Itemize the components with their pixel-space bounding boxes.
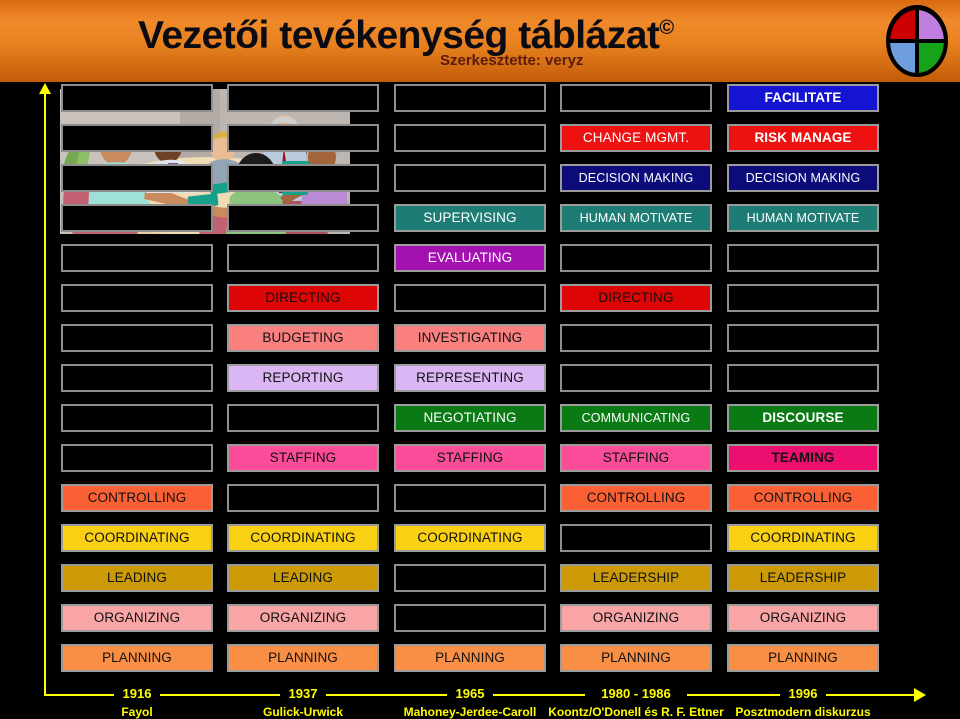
- matrix-cell: COORDINATING: [227, 524, 379, 552]
- quadrant-circle-logo: [886, 5, 948, 77]
- matrix-cell: PLANNING: [394, 644, 546, 672]
- matrix-cell-empty: [227, 164, 379, 192]
- copyright-icon: ©: [659, 17, 674, 39]
- matrix-cell-empty: [727, 364, 879, 392]
- matrix-cell: ORGANIZING: [61, 604, 213, 632]
- matrix-cell: DECISION MAKING: [727, 164, 879, 192]
- matrix-cell-empty: [61, 364, 213, 392]
- matrix-cell: FACILITATE: [727, 84, 879, 112]
- matrix-cell: EVALUATING: [394, 244, 546, 272]
- matrix-cell-empty: [560, 324, 712, 352]
- matrix-cell-empty: [227, 484, 379, 512]
- matrix-cell-empty: [560, 84, 712, 112]
- matrix-cell: SUPERVISING: [394, 204, 546, 232]
- matrix-cell: LEADING: [61, 564, 213, 592]
- matrix-cell: DIRECTING: [560, 284, 712, 312]
- matrix-cell-empty: [61, 404, 213, 432]
- matrix-cell: PLANNING: [727, 644, 879, 672]
- matrix-cell-empty: [560, 524, 712, 552]
- vertical-axis-arrowhead: [39, 83, 51, 94]
- matrix-cell: CONTROLLING: [61, 484, 213, 512]
- matrix-cell: PLANNING: [61, 644, 213, 672]
- matrix-cell-empty: [394, 484, 546, 512]
- matrix-cell-empty: [394, 164, 546, 192]
- matrix-cell: REPORTING: [227, 364, 379, 392]
- matrix-cell-empty: [61, 124, 213, 152]
- matrix-cell-empty: [394, 604, 546, 632]
- matrix-cell: STAFFING: [560, 444, 712, 472]
- matrix-cell: COORDINATING: [61, 524, 213, 552]
- matrix-cell: CONTROLLING: [560, 484, 712, 512]
- matrix-cell-empty: [394, 124, 546, 152]
- matrix-cell: CONTROLLING: [727, 484, 879, 512]
- matrix-cell-empty: [61, 444, 213, 472]
- matrix-cell-empty: [61, 244, 213, 272]
- matrix-cell: CHANGE MGMT.: [560, 124, 712, 152]
- timeline-year: 1965: [455, 686, 485, 701]
- matrix-cell: COORDINATING: [394, 524, 546, 552]
- timeline-author: Posztmodern diskurzus: [735, 705, 871, 719]
- matrix-cell-empty: [61, 284, 213, 312]
- matrix-cell: BUDGETING: [227, 324, 379, 352]
- diagram-stage: FACILITATE CHANGE MGMT. RISK MANAGE DECISIO…: [0, 82, 960, 719]
- timeline-year: 1980 - 1986: [601, 686, 671, 701]
- matrix-cell-empty: [394, 284, 546, 312]
- matrix-cell: LEADING: [227, 564, 379, 592]
- matrix-cell: STAFFING: [394, 444, 546, 472]
- matrix-cell-empty: [227, 84, 379, 112]
- matrix-cell-empty: [727, 324, 879, 352]
- matrix-cell: COORDINATING: [727, 524, 879, 552]
- matrix-cell-empty: [560, 244, 712, 272]
- matrix-cell: NEGOTIATING: [394, 404, 546, 432]
- matrix-cell: LEADERSHIP: [727, 564, 879, 592]
- matrix-cell-empty: [227, 404, 379, 432]
- matrix-cell: HUMAN MOTIVATE: [727, 204, 879, 232]
- matrix-cell: ORGANIZING: [727, 604, 879, 632]
- horizontal-axis-arrowhead: [914, 688, 926, 702]
- page-subtitle: Szerkesztette: veryz: [440, 52, 584, 69]
- matrix-cell: INVESTIGATING: [394, 324, 546, 352]
- matrix-cell: PLANNING: [560, 644, 712, 672]
- vertical-arrow-axis: [44, 91, 46, 696]
- matrix-cell: LEADERSHIP: [560, 564, 712, 592]
- matrix-cell-empty: [560, 364, 712, 392]
- matrix-cell: RISK MANAGE: [727, 124, 879, 152]
- timeline-year: 1996: [788, 686, 818, 701]
- matrix-cell: COMMUNICATING: [560, 404, 712, 432]
- page-header: Vezetői tevékenység táblázat© Szerkeszte…: [0, 0, 960, 82]
- matrix-cell-empty: [227, 124, 379, 152]
- matrix-cell: DISCOURSE: [727, 404, 879, 432]
- matrix-cell-empty: [227, 204, 379, 232]
- matrix-cell-empty: [727, 284, 879, 312]
- page-title: Vezetői tevékenység táblázat©: [138, 14, 674, 58]
- timeline-year: 1937: [288, 686, 318, 701]
- timeline-year: 1916: [122, 686, 152, 701]
- matrix-cell: ORGANIZING: [560, 604, 712, 632]
- matrix-cell-empty: [61, 204, 213, 232]
- matrix-cell-empty: [727, 244, 879, 272]
- matrix-cell: HUMAN MOTIVATE: [560, 204, 712, 232]
- matrix-cell-empty: [61, 84, 213, 112]
- matrix-cell: DIRECTING: [227, 284, 379, 312]
- matrix-cell-empty: [227, 244, 379, 272]
- matrix-cell-empty: [394, 564, 546, 592]
- matrix-cell: REPRESENTING: [394, 364, 546, 392]
- matrix-cell-empty: [394, 84, 546, 112]
- matrix-cell: DECISION MAKING: [560, 164, 712, 192]
- matrix-cell: ORGANIZING: [227, 604, 379, 632]
- matrix-cell-empty: [61, 164, 213, 192]
- matrix-cell: TEAMING: [727, 444, 879, 472]
- matrix-cell: PLANNING: [227, 644, 379, 672]
- matrix-cell-empty: [61, 324, 213, 352]
- matrix-cell: STAFFING: [227, 444, 379, 472]
- page-title-text: Vezetői tevékenység táblázat: [138, 14, 660, 57]
